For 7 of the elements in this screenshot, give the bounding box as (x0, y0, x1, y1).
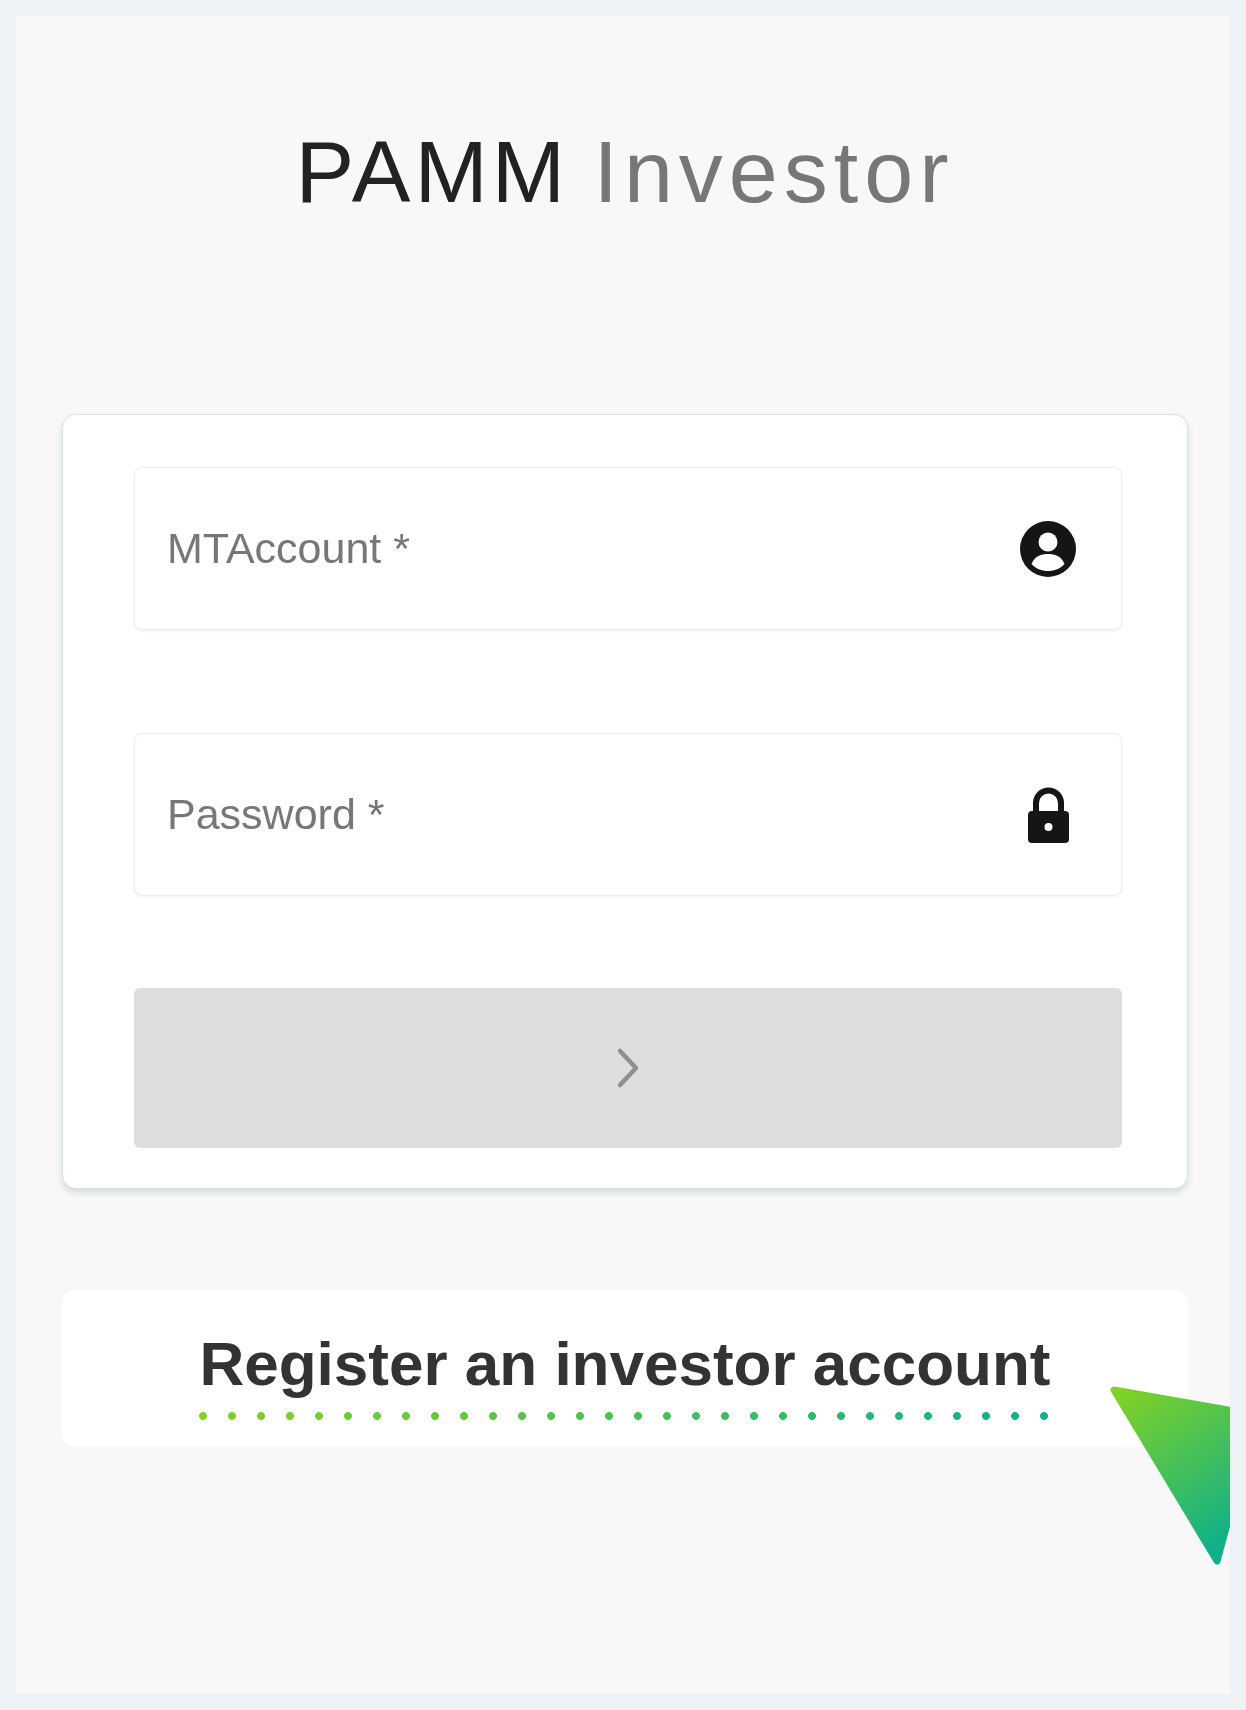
account-field[interactable]: MTAccount * (134, 467, 1122, 630)
password-field[interactable]: Password * (134, 733, 1122, 896)
chevron-right-icon (615, 1046, 641, 1090)
app-title: PAMM Investor (295, 128, 955, 216)
register-link[interactable]: Register an investor account (199, 1333, 1051, 1420)
lock-icon (1026, 787, 1071, 843)
user-circle-icon (1020, 521, 1076, 577)
